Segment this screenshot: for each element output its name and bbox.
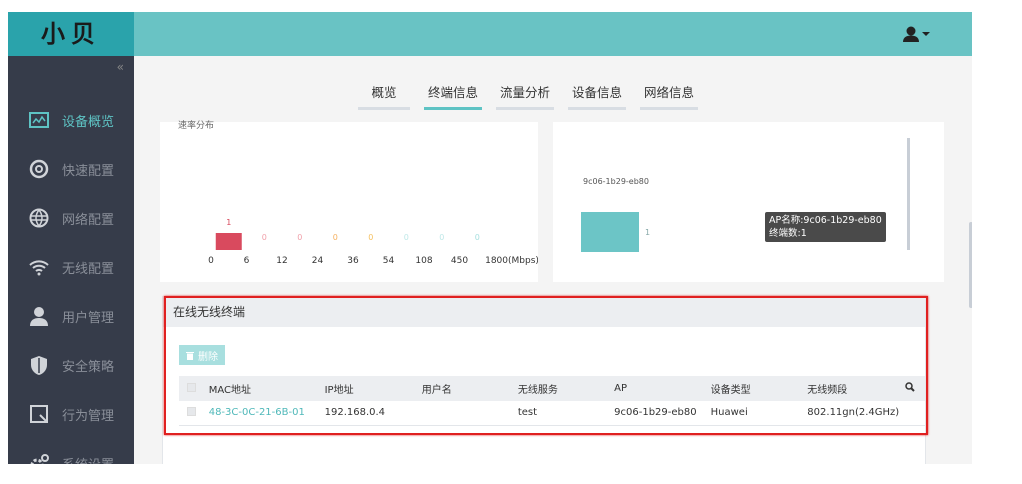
- x-tick-label: 12: [276, 256, 287, 266]
- x-tick-label: 450: [451, 256, 468, 266]
- sidebar-item-3[interactable]: 无线配置: [28, 255, 114, 279]
- ap-terminal-card: 9c06-1b29-eb80 1 AP名称:9c06-1b29-eb80 终端数:1: [553, 122, 944, 282]
- chart-tooltip: AP名称:9c06-1b29-eb80 终端数:1: [765, 212, 886, 242]
- sidebar-item-4[interactable]: 用户管理: [28, 304, 114, 328]
- caret-down-icon: [922, 32, 930, 36]
- bar: [581, 212, 639, 252]
- tab-bar: 概览 终端信息 流量分析 设备信息 网络信息: [358, 82, 699, 110]
- tab-2[interactable]: 流量分析: [496, 82, 555, 110]
- user-menu[interactable]: [902, 26, 930, 42]
- y-category-label: 9c06-1b29-eb80: [583, 177, 649, 186]
- ap-chart: 9c06-1b29-eb80 1: [581, 177, 650, 252]
- logo: 小贝: [8, 12, 134, 56]
- data-label: 1: [226, 218, 231, 227]
- collapse-sidebar-button[interactable]: «: [117, 60, 124, 74]
- sidebar-item-label: 网络配置: [62, 212, 115, 228]
- tab-3[interactable]: 设备信息: [568, 82, 627, 110]
- user-icon: [28, 305, 50, 327]
- tab-0[interactable]: 概览: [358, 82, 410, 110]
- wifi-icon: [28, 256, 50, 278]
- gear-icon: [28, 452, 50, 464]
- bar: [215, 233, 242, 250]
- sidebar-item-label: 用户管理: [62, 310, 115, 326]
- sidebar-item-label: 行为管理: [62, 408, 115, 424]
- x-tick-label: 0: [208, 256, 214, 266]
- sidebar-item-2[interactable]: 网络配置: [28, 206, 114, 230]
- sidebar-item-0[interactable]: 设备概览: [28, 108, 114, 132]
- page-scrollbar[interactable]: [969, 222, 972, 308]
- data-label: 0: [439, 233, 444, 242]
- data-label: 0: [404, 233, 409, 242]
- behavior-icon: [28, 403, 50, 425]
- chart-title: 速率分布: [178, 121, 215, 131]
- x-tick-label: 6: [244, 256, 250, 266]
- sidebar-item-label: 快速配置: [62, 163, 115, 179]
- data-label: 1: [645, 228, 650, 237]
- x-tick-label: 36: [347, 256, 359, 266]
- quick-config-icon: [28, 158, 50, 180]
- x-tick-label: 54: [383, 256, 395, 266]
- user-icon: [903, 26, 919, 42]
- globe-icon: [28, 207, 50, 229]
- x-tick-label: 24: [312, 256, 324, 266]
- tab-4[interactable]: 网络信息: [640, 82, 699, 110]
- chart-monitor-icon: [28, 109, 50, 131]
- sidebar-item-5[interactable]: 安全策略: [28, 353, 114, 377]
- x-tick-label: 108: [415, 256, 432, 266]
- sidebar-item-label: 无线配置: [62, 261, 115, 277]
- tab-1[interactable]: 终端信息: [424, 82, 483, 110]
- rate-chart: 0 6 12 24 36 54 108 450 1800(Mbps) 1 0 0 0 0 0 0 0: [208, 218, 539, 266]
- data-label: 0: [297, 233, 302, 242]
- header: 小贝: [8, 12, 972, 56]
- sidebar-item-7[interactable]: 系统设置: [28, 451, 114, 464]
- shield-icon: [28, 354, 50, 376]
- app-window: 小贝 « 设备概览快速配置网络配置无线配置用户管理安全策略行为管理系统设置 概览…: [8, 12, 972, 464]
- rate-distribution-card: 速率分布 0 6 12 24 36 54 108 450 1800(Mbps) 1 0 0 0 0 0 0 0: [160, 121, 539, 282]
- sidebar-item-label: 安全策略: [62, 359, 115, 375]
- sidebar-item-6[interactable]: 行为管理: [28, 402, 114, 426]
- sidebar: « 设备概览快速配置网络配置无线配置用户管理安全策略行为管理系统设置: [8, 56, 134, 464]
- highlight-box: [164, 296, 928, 435]
- data-label: 0: [475, 233, 480, 242]
- sidebar-item-label: 系统设置: [62, 454, 114, 465]
- chart-scrollbar[interactable]: [907, 138, 910, 250]
- sidebar-item-1[interactable]: 快速配置: [28, 157, 114, 181]
- x-tick-label: 1800(Mbps): [485, 256, 538, 266]
- data-label: 0: [368, 233, 373, 242]
- data-label: 0: [333, 233, 338, 242]
- data-label: 0: [262, 233, 267, 242]
- sidebar-item-label: 设备概览: [62, 114, 115, 130]
